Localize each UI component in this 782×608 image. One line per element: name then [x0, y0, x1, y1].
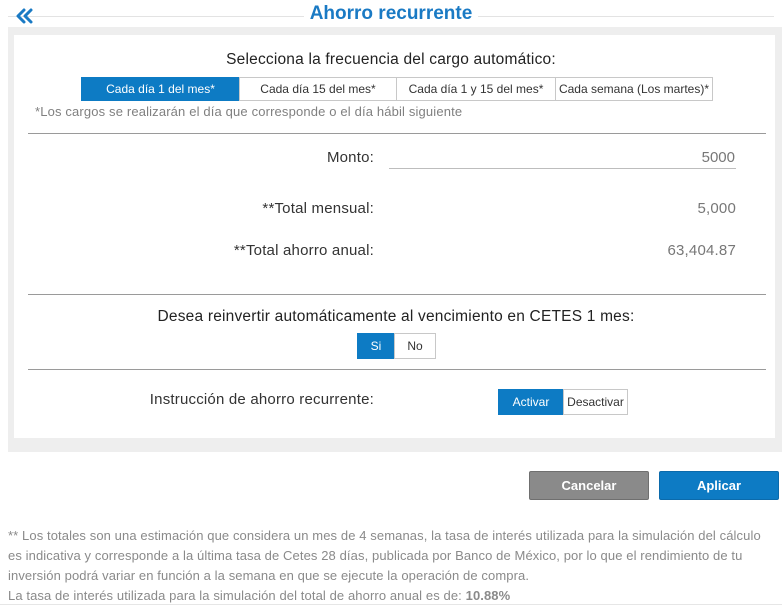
- total-mensual-value: 5,000: [697, 200, 736, 217]
- freq-option-weekly[interactable]: Cada semana (Los martes)*: [555, 77, 713, 101]
- desactivar-toggle[interactable]: Desactivar: [563, 389, 628, 415]
- rate-text: La tasa de interés utilizada para la sim…: [8, 588, 462, 603]
- total-mensual-label: **Total mensual:: [262, 200, 374, 217]
- divider: [28, 294, 766, 295]
- total-anual-label: **Total ahorro anual:: [233, 242, 374, 259]
- monto-label: Monto:: [326, 149, 374, 166]
- bottom-rule: [0, 604, 782, 605]
- page-title-text: Ahorro recurrente: [303, 3, 479, 24]
- reinvest-yes-toggle[interactable]: Si: [357, 333, 395, 359]
- rate-value: 10.88%: [465, 588, 511, 603]
- reinvest-no-toggle[interactable]: No: [394, 333, 436, 359]
- freq-option-day-15[interactable]: Cada día 15 del mes*: [239, 77, 397, 101]
- monto-input[interactable]: [389, 147, 736, 169]
- instruction-label: Instrucción de ahorro recurrente:: [149, 391, 374, 408]
- divider: [28, 369, 766, 370]
- divider: [28, 133, 766, 134]
- total-anual-value: 63,404.87: [667, 242, 736, 259]
- page-title: Ahorro recurrente: [0, 3, 782, 25]
- cancel-button[interactable]: Cancelar: [529, 471, 649, 500]
- reinvest-heading: Desea reinvertir automáticamente al venc…: [157, 308, 635, 325]
- frequency-note: *Los cargos se realizarán el día que cor…: [35, 104, 463, 119]
- frequency-heading: Selecciona la frecuencia del cargo autom…: [226, 51, 556, 68]
- activar-toggle[interactable]: Activar: [498, 389, 564, 415]
- freq-option-day-1-and-15[interactable]: Cada día 1 y 15 del mes*: [396, 77, 556, 101]
- apply-button[interactable]: Aplicar: [659, 471, 779, 500]
- footnote-text: ** Los totales son una estimación que co…: [8, 528, 761, 583]
- freq-option-day-1[interactable]: Cada día 1 del mes*: [81, 77, 240, 101]
- footnote: ** Los totales son una estimación que co…: [8, 526, 778, 606]
